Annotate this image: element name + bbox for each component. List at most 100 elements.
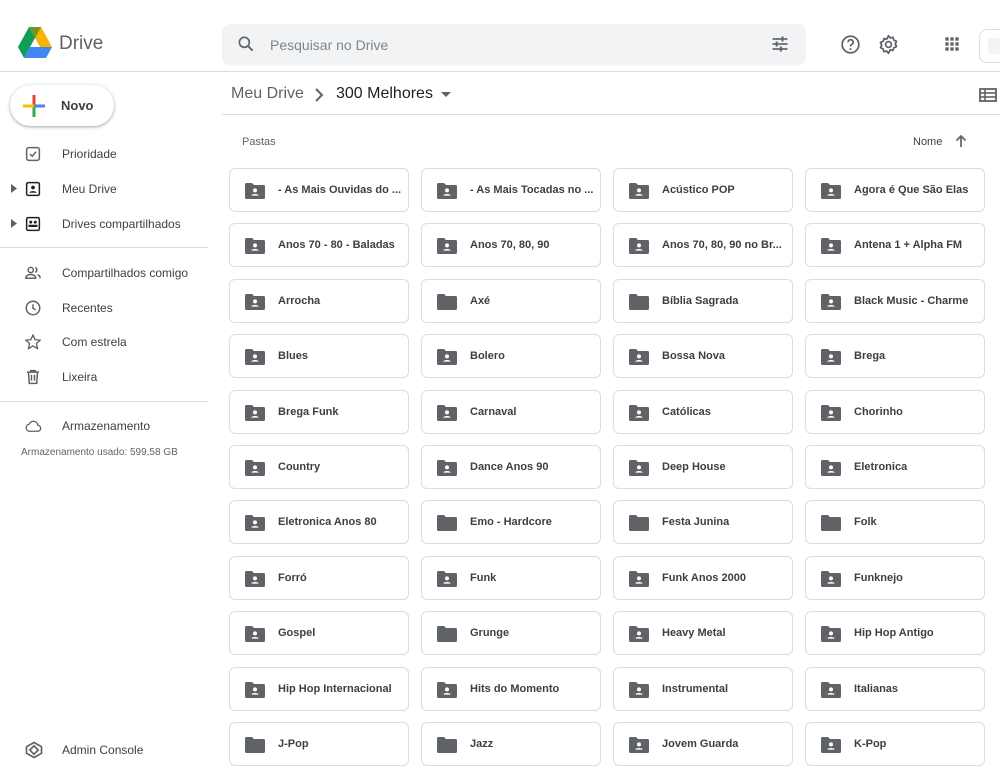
folder-item[interactable]: Instrumental (613, 667, 793, 711)
shared-folder-icon (437, 238, 457, 259)
folder-item[interactable]: Bíblia Sagrada (613, 279, 793, 323)
folder-item[interactable]: Hip Hop Antigo (805, 611, 985, 655)
search-input[interactable] (270, 33, 750, 57)
account-button[interactable] (979, 29, 1000, 63)
folder-name: Bossa Nova (662, 350, 725, 362)
folder-item[interactable]: Axé (421, 279, 601, 323)
folder-item[interactable]: Jovem Guarda (613, 722, 793, 766)
folder-item[interactable]: J-Pop (229, 722, 409, 766)
folder-item[interactable]: Bossa Nova (613, 334, 793, 378)
folder-item[interactable]: Funk Anos 2000 (613, 556, 793, 600)
folder-item[interactable]: Anos 70 - 80 - Baladas (229, 223, 409, 267)
breadcrumb-current[interactable]: 300 Melhores (336, 85, 433, 103)
folder-name: Arrocha (278, 295, 321, 307)
list-view-icon[interactable] (979, 87, 997, 103)
breadcrumb-root[interactable]: Meu Drive (231, 85, 304, 103)
folder-item[interactable]: Heavy Metal (613, 611, 793, 655)
folder-item[interactable]: - As Mais Ouvidas do ... (229, 168, 409, 212)
expand-caret-icon[interactable] (11, 219, 17, 228)
folder-item[interactable]: Acústico POP (613, 168, 793, 212)
chevron-right-icon (315, 88, 324, 102)
new-button-label: Novo (61, 98, 94, 113)
new-button[interactable]: Novo (10, 85, 114, 126)
shared-drives-icon (25, 216, 41, 232)
sidebar-item-storage[interactable]: Armazenamento (0, 411, 208, 441)
help-icon[interactable] (840, 34, 861, 55)
folder-item[interactable]: Forró (229, 556, 409, 600)
shared-folder-icon (821, 460, 841, 481)
folder-item[interactable]: Deep House (613, 445, 793, 489)
folder-name: Eletronica Anos 80 (278, 516, 377, 528)
folder-item[interactable]: Funknejo (805, 556, 985, 600)
folder-item[interactable]: Bolero (421, 334, 601, 378)
apps-grid-icon[interactable] (942, 34, 962, 54)
folder-item[interactable]: Folk (805, 500, 985, 544)
search-options-icon[interactable] (770, 34, 790, 54)
shared-folder-icon (629, 682, 649, 703)
shared-folder-icon (821, 294, 841, 315)
folder-item[interactable]: Jazz (421, 722, 601, 766)
drive-logo[interactable] (18, 27, 52, 58)
folder-item[interactable]: Agora é Que São Elas (805, 168, 985, 212)
folder-item[interactable]: Hits do Momento (421, 667, 601, 711)
folder-name: Dance Anos 90 (470, 461, 549, 473)
folder-item[interactable]: Funk (421, 556, 601, 600)
folder-item[interactable]: Hip Hop Internacional (229, 667, 409, 711)
arrow-up-icon[interactable] (955, 134, 967, 148)
shared-folder-icon (437, 405, 457, 426)
caret-down-icon[interactable] (441, 92, 451, 97)
sidebar-item-my-drive[interactable]: Meu Drive (0, 174, 208, 204)
folder-name: Black Music - Charme (854, 295, 969, 307)
folder-item[interactable]: Gospel (229, 611, 409, 655)
folder-item[interactable]: Brega Funk (229, 390, 409, 434)
folder-item[interactable]: Grunge (421, 611, 601, 655)
folder-item[interactable]: Emo - Hardcore (421, 500, 601, 544)
search-bar[interactable] (222, 24, 806, 65)
folder-item[interactable]: - As Mais Tocadas no ... (421, 168, 601, 212)
folder-name: Agora é Que São Elas (854, 184, 969, 196)
folder-name: Anos 70, 80, 90 no Br... (662, 239, 782, 251)
sidebar-item-priority[interactable]: Prioridade (0, 139, 208, 169)
folder-item[interactable]: Anos 70, 80, 90 no Br... (613, 223, 793, 267)
folder-name: - As Mais Ouvidas do ... (278, 184, 402, 196)
folder-item[interactable]: Eletronica (805, 445, 985, 489)
sidebar-item-label: Admin Console (62, 743, 144, 757)
folder-name: Emo - Hardcore (470, 516, 552, 528)
folder-item[interactable]: Chorinho (805, 390, 985, 434)
folder-item[interactable]: Brega (805, 334, 985, 378)
folder-item[interactable]: K-Pop (805, 722, 985, 766)
folder-icon (437, 294, 457, 315)
shared-folder-icon (629, 405, 649, 426)
sort-button[interactable]: Nome (913, 136, 942, 148)
admin-console-icon (25, 741, 43, 759)
folder-item[interactable]: Black Music - Charme (805, 279, 985, 323)
folder-item[interactable]: Anos 70, 80, 90 (421, 223, 601, 267)
folder-item[interactable]: Country (229, 445, 409, 489)
sidebar-item-starred[interactable]: Com estrela (0, 327, 208, 357)
folder-item[interactable]: Antena 1 + Alpha FM (805, 223, 985, 267)
sidebar-item-trash[interactable]: Lixeira (0, 362, 208, 392)
sidebar-item-admin-console[interactable]: Admin Console (0, 734, 208, 764)
folder-item[interactable]: Católicas (613, 390, 793, 434)
shared-folder-icon (245, 405, 265, 426)
shared-folder-icon (629, 349, 649, 370)
shared-folder-icon (245, 183, 265, 204)
folder-item[interactable]: Dance Anos 90 (421, 445, 601, 489)
shared-folder-icon (245, 571, 265, 592)
search-icon[interactable] (236, 34, 256, 54)
sidebar-item-shared-with-me[interactable]: Compartilhados comigo (0, 258, 208, 288)
people-icon (25, 266, 41, 279)
folder-name: Anos 70, 80, 90 (470, 239, 550, 251)
sidebar-item-recent[interactable]: Recentes (0, 293, 208, 323)
folder-item[interactable]: Carnaval (421, 390, 601, 434)
folder-item[interactable]: Festa Junina (613, 500, 793, 544)
expand-caret-icon[interactable] (11, 184, 17, 193)
sidebar-item-shared-drives[interactable]: Drives compartilhados (0, 209, 208, 239)
folder-item[interactable]: Arrocha (229, 279, 409, 323)
folder-item[interactable]: Italianas (805, 667, 985, 711)
folder-item[interactable]: Blues (229, 334, 409, 378)
shared-folder-icon (245, 682, 265, 703)
folder-item[interactable]: Eletronica Anos 80 (229, 500, 409, 544)
gear-icon[interactable] (878, 34, 899, 55)
plus-icon (23, 95, 45, 117)
